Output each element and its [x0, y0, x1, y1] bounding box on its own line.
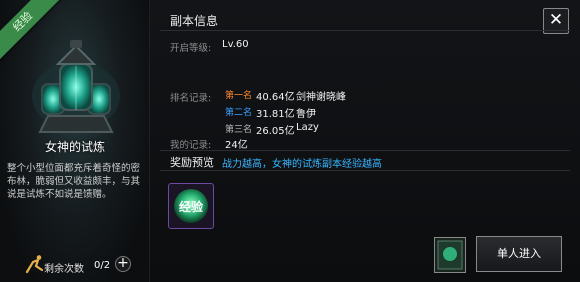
dungeon-info-dialog: 经验 女神的试炼 整个小型位面都充斥着奇怪的密布林，脆弱但又收益颇丰，与其说是试…: [0, 0, 580, 282]
dungeon-card: 经验 女神的试炼 整个小型位面都充斥着奇怪的密布林，脆弱但又收益颇丰，与其说是试…: [0, 0, 150, 282]
dungeon-description: 整个小型位面都充斥着奇怪的密布林，脆弱但又收益颇丰，与其说是试炼不如说是馈赠。: [7, 163, 141, 200]
dungeon-title: 女神的试炼: [44, 140, 105, 154]
reward-heading: 奖励预览: [170, 156, 214, 169]
divider: [160, 150, 570, 151]
my-record-value: 24亿: [225, 140, 248, 151]
rank-2-score: 31.81亿: [256, 109, 295, 120]
divider: [160, 170, 570, 171]
remaining-count: 0/2: [94, 260, 111, 271]
rank-3-label: 第三名: [225, 125, 253, 135]
rank-1-label: 第一名: [225, 91, 253, 101]
card-thumbnail-icon: [437, 240, 463, 270]
page-title: 副本信息: [170, 14, 219, 28]
rank-3-score: 26.05亿: [256, 126, 295, 137]
rank-3-player: Lazy: [296, 122, 319, 133]
rank-2-player: 鲁伊: [296, 109, 316, 120]
remaining-label: 剩余次数: [44, 264, 84, 275]
rank-1-score: 40.64亿: [256, 92, 295, 103]
remaining-attempts: 剩余次数 0/2 +: [0, 250, 149, 282]
my-record-label: 我的记录:: [170, 140, 212, 151]
ranking-label: 排名记录:: [170, 93, 212, 104]
rank-1-player: 剑神谢晓峰: [296, 92, 346, 103]
exp-reward-item[interactable]: 经验: [168, 183, 214, 229]
exp-orb-icon: 经验: [174, 189, 208, 223]
rank-2-label: 第二名: [225, 108, 253, 118]
solo-enter-button[interactable]: 单人进入: [476, 236, 562, 272]
dungeon-card-thumbnail[interactable]: [434, 237, 466, 273]
add-attempts-button[interactable]: +: [115, 256, 131, 272]
open-level-label: 开启等级:: [170, 43, 212, 54]
lantern-artifact-icon: [32, 40, 120, 133]
divider: [160, 30, 570, 31]
open-level-value: Lv.60: [222, 39, 249, 50]
exp-orb-label: 经验: [179, 199, 204, 214]
reward-hint: 战力越高，女神的试炼副本经验越高: [222, 159, 382, 170]
runner-icon: [25, 255, 44, 274]
